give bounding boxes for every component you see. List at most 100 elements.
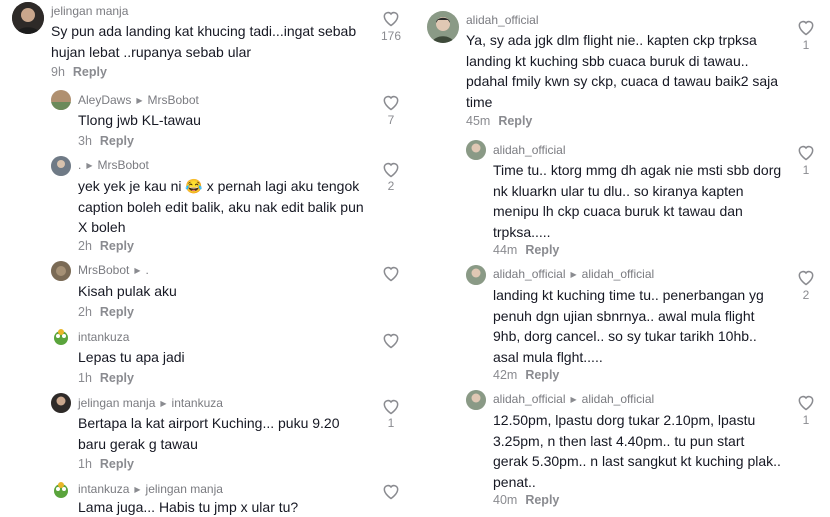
user-photo-icon — [12, 2, 44, 34]
reply-button[interactable]: Reply — [73, 65, 107, 79]
comment-meta: 9h Reply — [51, 65, 107, 79]
comment-time: 2h — [78, 305, 92, 319]
reply-arrow-icon: ▶ — [134, 265, 141, 275]
avatar[interactable] — [51, 393, 71, 413]
comment-meta: 45m Reply — [466, 114, 532, 128]
reply-target[interactable]: intankuza — [172, 396, 223, 410]
reply-target[interactable]: alidah_official — [582, 267, 655, 281]
heart-icon[interactable] — [381, 8, 401, 28]
avatar[interactable] — [51, 156, 71, 176]
comment-time: 42m — [493, 368, 518, 382]
like-count: 1 — [802, 413, 810, 427]
comment-meta: 40m Reply — [493, 493, 559, 507]
comment-text: landing kt kuching time tu.. penerbangan… — [493, 287, 764, 365]
comment-username[interactable]: alidah_official — [466, 13, 539, 27]
comment-text: Time tu.. ktorg mmg dh agak nie msti sbb… — [493, 162, 782, 240]
reply-target[interactable]: . — [146, 263, 149, 277]
avatar[interactable] — [51, 261, 71, 281]
comment-meta: 2h Reply — [78, 305, 134, 319]
user-photo-icon — [51, 261, 71, 281]
like-count: 1 — [387, 416, 395, 430]
user-photo-icon — [466, 140, 486, 160]
cartoon-avatar-icon — [54, 329, 68, 345]
heart-icon[interactable] — [796, 17, 816, 37]
heart-icon[interactable] — [381, 396, 401, 416]
comment-username[interactable]: MrsBobot ▶. — [78, 263, 149, 277]
reply-arrow-icon: ▶ — [134, 484, 141, 494]
heart-icon[interactable] — [381, 263, 401, 283]
comment-text: Tlong jwb KL-tawau — [78, 112, 201, 128]
comment-meta: 44m Reply — [493, 243, 559, 257]
heart-icon[interactable] — [796, 142, 816, 162]
comment-time: 2h — [78, 239, 92, 253]
reply-button[interactable]: Reply — [498, 114, 532, 128]
reply-button[interactable]: Reply — [525, 368, 559, 382]
comment-username[interactable]: alidah_official ▶ alidah_official — [493, 267, 654, 281]
reply-target[interactable]: MrsBobot — [98, 158, 149, 172]
comment-username[interactable]: jelingan manja — [51, 4, 128, 18]
like-count: 2 — [387, 179, 395, 193]
reply-button[interactable]: Reply — [100, 371, 134, 385]
comment-username[interactable]: jelingan manja ▶ intankuza — [78, 396, 223, 410]
reply-arrow-icon: ▶ — [160, 398, 167, 408]
comment-text: Ya, sy ada jgk dlm flight nie.. kapten c… — [466, 32, 779, 110]
user-photo-icon — [427, 11, 459, 43]
reply-target[interactable]: MrsBobot — [148, 93, 199, 107]
heart-icon[interactable] — [796, 392, 816, 412]
reply-arrow-icon: ▶ — [570, 269, 577, 279]
avatar[interactable] — [427, 11, 459, 43]
reply-button[interactable]: Reply — [100, 239, 134, 253]
heart-icon[interactable] — [381, 330, 401, 350]
comments-pane-right: alidah_official Ya, sy ada jgk dlm fligh… — [412, 0, 830, 517]
avatar[interactable] — [51, 480, 71, 500]
reply-button[interactable]: Reply — [525, 493, 559, 507]
comment-time: 40m — [493, 493, 518, 507]
heart-icon[interactable] — [381, 481, 401, 501]
comment-time: 45m — [466, 114, 491, 128]
comment-time: 1h — [78, 371, 92, 385]
comment-meta: 42m Reply — [493, 368, 559, 382]
reply-button[interactable]: Reply — [100, 134, 134, 148]
avatar[interactable] — [466, 265, 486, 285]
reply-target[interactable]: alidah_official — [582, 392, 655, 406]
reply-button[interactable]: Reply — [525, 243, 559, 257]
reply-target[interactable]: jelingan manja — [146, 482, 223, 496]
comment-time: 3h — [78, 134, 92, 148]
avatar[interactable] — [51, 90, 71, 110]
avatar[interactable] — [466, 140, 486, 160]
comment-username[interactable]: . ▶ MrsBobot — [78, 158, 149, 172]
comment-time: 9h — [51, 65, 65, 79]
comment-username[interactable]: intankuza — [78, 330, 129, 344]
reply-button[interactable]: Reply — [100, 305, 134, 319]
reply-button[interactable]: Reply — [100, 457, 134, 471]
comment-time: 1h — [78, 457, 92, 471]
comment-username[interactable]: AleyDaws ▶ MrsBobot — [78, 93, 199, 107]
like-count: 176 — [380, 29, 402, 43]
comment-meta: 2h Reply — [78, 239, 134, 253]
like-count: 7 — [387, 113, 395, 127]
comment-username[interactable]: alidah_official ▶ alidah_official — [493, 392, 654, 406]
comment-time: 44m — [493, 243, 518, 257]
user-photo-icon — [51, 393, 71, 413]
comment-text: Bertapa la kat airport Kuching... puku 9… — [78, 415, 340, 452]
heart-icon[interactable] — [796, 267, 816, 287]
reply-arrow-icon: ▶ — [136, 95, 143, 105]
reply-arrow-icon: ▶ — [86, 160, 93, 170]
comment-meta: 1h Reply — [78, 371, 134, 385]
comment-username[interactable]: alidah_official — [493, 143, 566, 157]
avatar[interactable] — [51, 327, 71, 347]
comment-username[interactable]: intankuza ▶ jelingan manja — [78, 482, 223, 496]
user-photo-icon — [466, 390, 486, 410]
cartoon-avatar-icon — [54, 482, 68, 498]
comment-text: Lama juga... Habis tu jmp x ular tu? — [78, 499, 299, 515]
heart-icon[interactable] — [381, 92, 401, 112]
user-photo-icon — [466, 265, 486, 285]
comment-text: Sy pun ada landing kat khucing tadi...in… — [51, 23, 357, 60]
avatar[interactable] — [12, 2, 44, 34]
like-count: 1 — [802, 163, 810, 177]
user-photo-icon — [51, 156, 71, 176]
avatar[interactable] — [466, 390, 486, 410]
like-count: 1 — [802, 38, 810, 52]
heart-icon[interactable] — [381, 159, 401, 179]
comment-meta: 3h Reply — [78, 134, 134, 148]
